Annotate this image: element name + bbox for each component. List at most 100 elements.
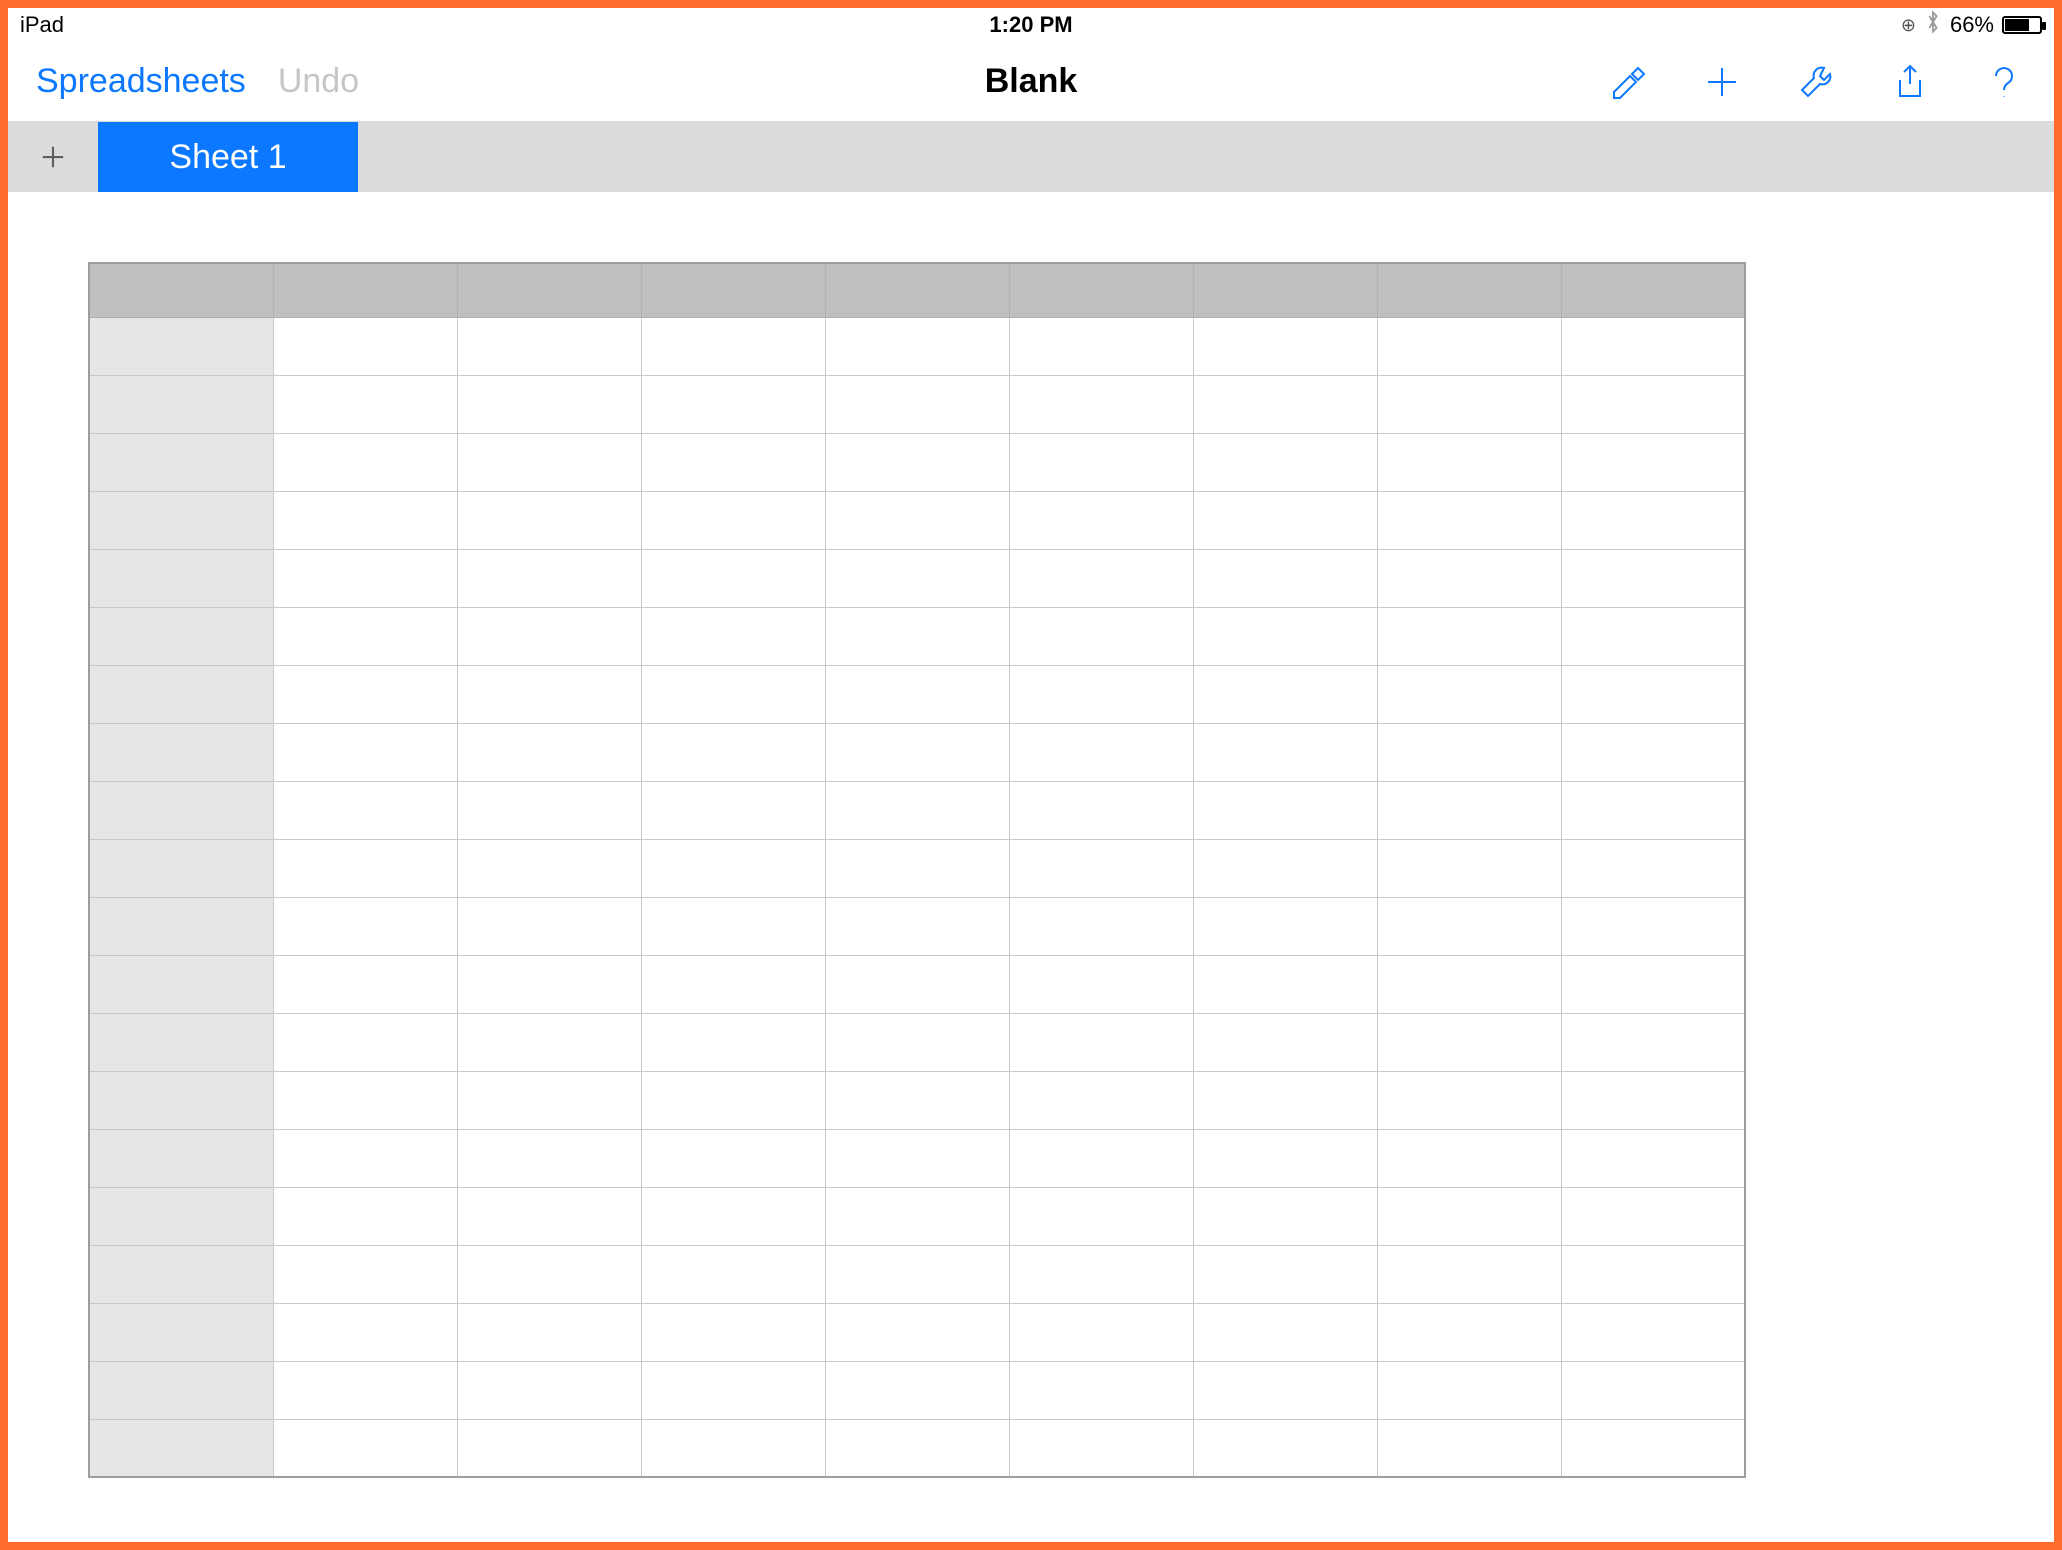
cell[interactable] xyxy=(273,375,457,433)
spreadsheet-area[interactable] xyxy=(8,192,2054,1478)
cell[interactable] xyxy=(1009,607,1193,665)
cell[interactable] xyxy=(641,549,825,607)
cell[interactable] xyxy=(1561,433,1745,491)
cell[interactable] xyxy=(1009,665,1193,723)
cell[interactable] xyxy=(825,665,1009,723)
cell[interactable] xyxy=(825,897,1009,955)
cell[interactable] xyxy=(273,317,457,375)
row-header[interactable] xyxy=(89,1129,273,1187)
cell[interactable] xyxy=(825,955,1009,1013)
cell[interactable] xyxy=(1193,433,1377,491)
cell[interactable] xyxy=(825,1361,1009,1419)
cell[interactable] xyxy=(1377,839,1561,897)
cell[interactable] xyxy=(273,607,457,665)
cell[interactable] xyxy=(1193,1303,1377,1361)
cell[interactable] xyxy=(1193,1129,1377,1187)
row-header[interactable] xyxy=(89,375,273,433)
cell[interactable] xyxy=(1377,665,1561,723)
cell[interactable] xyxy=(273,955,457,1013)
cell[interactable] xyxy=(641,1187,825,1245)
cell[interactable] xyxy=(641,607,825,665)
cell[interactable] xyxy=(1193,1245,1377,1303)
column-header[interactable] xyxy=(825,263,1009,317)
cell[interactable] xyxy=(1377,781,1561,839)
cell[interactable] xyxy=(1377,317,1561,375)
row-header[interactable] xyxy=(89,1071,273,1129)
cell[interactable] xyxy=(1377,549,1561,607)
cell[interactable] xyxy=(457,1361,641,1419)
cell[interactable] xyxy=(825,491,1009,549)
cell[interactable] xyxy=(457,839,641,897)
cell[interactable] xyxy=(825,1419,1009,1477)
cell[interactable] xyxy=(641,433,825,491)
column-header[interactable] xyxy=(1193,263,1377,317)
cell[interactable] xyxy=(1561,665,1745,723)
cell[interactable] xyxy=(825,723,1009,781)
cell[interactable] xyxy=(273,665,457,723)
cell[interactable] xyxy=(641,723,825,781)
row-header[interactable] xyxy=(89,1245,273,1303)
column-header[interactable] xyxy=(1561,263,1745,317)
add-sheet-button[interactable] xyxy=(8,122,98,192)
cell[interactable] xyxy=(1193,1419,1377,1477)
cell[interactable] xyxy=(457,1013,641,1071)
cell[interactable] xyxy=(457,317,641,375)
cell[interactable] xyxy=(457,607,641,665)
cell[interactable] xyxy=(457,1419,641,1477)
column-header[interactable] xyxy=(641,263,825,317)
cell[interactable] xyxy=(1377,1187,1561,1245)
row-header[interactable] xyxy=(89,897,273,955)
cell[interactable] xyxy=(273,723,457,781)
cell[interactable] xyxy=(1561,607,1745,665)
row-header[interactable] xyxy=(89,433,273,491)
cell[interactable] xyxy=(1561,839,1745,897)
cell[interactable] xyxy=(641,955,825,1013)
cell[interactable] xyxy=(1561,955,1745,1013)
cell[interactable] xyxy=(273,1187,457,1245)
cell[interactable] xyxy=(1009,897,1193,955)
cell[interactable] xyxy=(641,781,825,839)
cell[interactable] xyxy=(273,1303,457,1361)
cell[interactable] xyxy=(457,1071,641,1129)
share-icon[interactable] xyxy=(1888,60,1932,104)
cell[interactable] xyxy=(1377,1419,1561,1477)
cell[interactable] xyxy=(1561,1419,1745,1477)
cell[interactable] xyxy=(825,607,1009,665)
cell[interactable] xyxy=(273,839,457,897)
cell[interactable] xyxy=(1009,1419,1193,1477)
cell[interactable] xyxy=(1009,955,1193,1013)
cell[interactable] xyxy=(1009,839,1193,897)
tools-wrench-icon[interactable] xyxy=(1794,60,1838,104)
cell[interactable] xyxy=(273,897,457,955)
cell[interactable] xyxy=(1193,897,1377,955)
row-header[interactable] xyxy=(89,1419,273,1477)
cell[interactable] xyxy=(1377,723,1561,781)
cell[interactable] xyxy=(1377,1245,1561,1303)
cell[interactable] xyxy=(641,317,825,375)
row-header[interactable] xyxy=(89,549,273,607)
column-header[interactable] xyxy=(1009,263,1193,317)
cell[interactable] xyxy=(457,723,641,781)
cell[interactable] xyxy=(1009,1303,1193,1361)
column-header[interactable] xyxy=(457,263,641,317)
cell[interactable] xyxy=(641,1129,825,1187)
cell[interactable] xyxy=(825,1013,1009,1071)
row-header[interactable] xyxy=(89,781,273,839)
undo-button[interactable]: Undo xyxy=(278,62,359,101)
cell[interactable] xyxy=(457,897,641,955)
cell[interactable] xyxy=(641,1071,825,1129)
cell[interactable] xyxy=(1561,897,1745,955)
grid-corner[interactable] xyxy=(89,263,273,317)
row-header[interactable] xyxy=(89,665,273,723)
cell[interactable] xyxy=(1377,491,1561,549)
cell[interactable] xyxy=(641,1013,825,1071)
cell[interactable] xyxy=(1193,317,1377,375)
cell[interactable] xyxy=(1193,839,1377,897)
cell[interactable] xyxy=(1561,375,1745,433)
cell[interactable] xyxy=(1377,1071,1561,1129)
help-icon[interactable] xyxy=(1982,60,2026,104)
row-header[interactable] xyxy=(89,839,273,897)
cell[interactable] xyxy=(825,1303,1009,1361)
cell[interactable] xyxy=(457,781,641,839)
cell[interactable] xyxy=(641,1245,825,1303)
